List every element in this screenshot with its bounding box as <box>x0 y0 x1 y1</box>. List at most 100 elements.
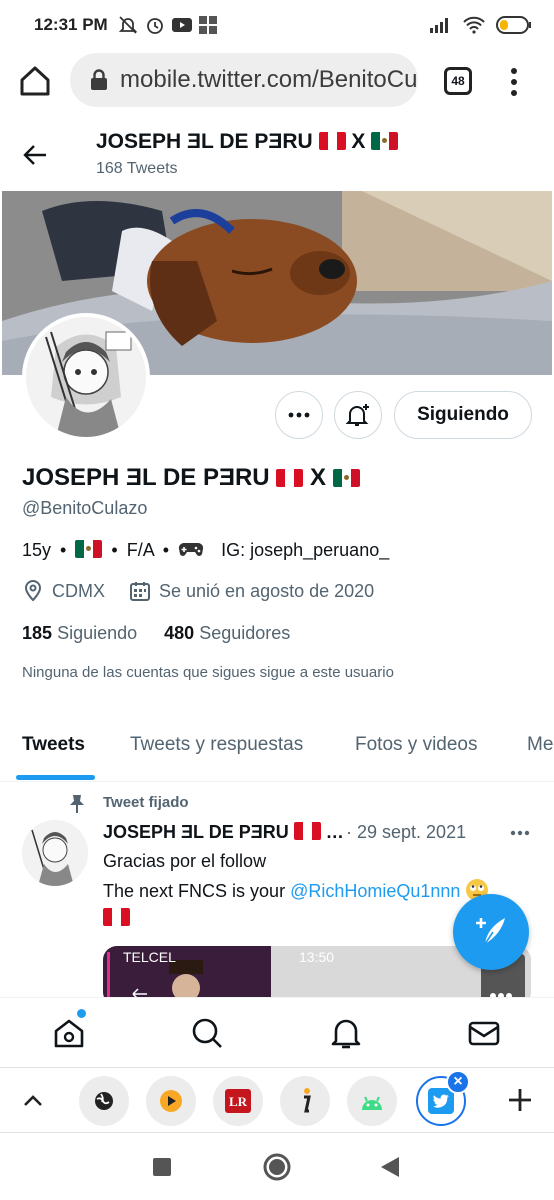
status-time: 12:31 PM <box>34 15 108 34</box>
bio-dot: • <box>162 540 170 560</box>
header-name-sep: X <box>351 130 366 153</box>
tweet-text-line1: Gracias por el follow <box>103 851 267 871</box>
tab-tweets-replies[interactable]: Tweets y respuestas <box>130 734 303 756</box>
tab-thumb-lr[interactable]: LR <box>213 1076 263 1126</box>
tab-likes[interactable]: Me Gusta <box>527 734 554 756</box>
compose-tweet-button[interactable] <box>453 894 529 970</box>
messages-envelope-icon[interactable] <box>467 1016 501 1050</box>
more-horiz-icon <box>288 412 310 418</box>
tweet-more-icon[interactable] <box>510 830 530 836</box>
tweet-author: JOSEPH ƎL DE PƎRU … <box>103 822 344 843</box>
wifi-icon <box>463 16 485 34</box>
tweet-text-prefix: The next FNCS is your <box>103 881 286 901</box>
header-title: JOSEPH ƎL DE PƎRU X <box>96 130 399 154</box>
tweet-avatar[interactable] <box>22 820 88 886</box>
avatar-manga-image <box>22 820 88 886</box>
profile-avatar[interactable] <box>22 313 150 441</box>
tab-thumb-globe[interactable] <box>79 1076 129 1126</box>
url-text: mobile.twitter.com/BenitoCulazo <box>120 66 418 93</box>
profile-joined: Se unió en agosto de 2020 <box>159 580 375 601</box>
profile-meta: CDMX Se unió en agosto de 2020 <box>22 580 374 602</box>
bio-dot: • <box>60 540 67 560</box>
youtube-icon <box>171 18 192 32</box>
windows-icon <box>198 16 217 34</box>
back-triangle-icon[interactable] <box>380 1156 400 1178</box>
home-icon[interactable] <box>18 64 52 98</box>
profile-top-bar: JOSEPH ƎL DE PƎRU X 168 Tweets <box>0 118 554 192</box>
following-label: Siguiendo <box>57 623 138 643</box>
notifications-bell-icon[interactable] <box>329 1016 363 1050</box>
following-link[interactable]: 185 Siguiendo <box>22 623 137 643</box>
calendar-icon <box>130 582 150 601</box>
globe-icon <box>95 1092 113 1110</box>
mexico-flag-icon <box>332 469 360 487</box>
tab-thumb-info[interactable] <box>280 1076 330 1126</box>
notifications-button[interactable] <box>334 391 382 439</box>
new-tab-plus-icon[interactable] <box>506 1086 534 1114</box>
lr-logo-icon: LR <box>225 1089 251 1113</box>
more-options-button[interactable] <box>275 391 323 439</box>
peru-flag-icon <box>276 469 304 487</box>
tweet-author-ellipsis: … <box>325 822 344 842</box>
peru-flag-icon <box>293 822 321 840</box>
peru-flag-icon <box>103 908 130 926</box>
svg-text:LR: LR <box>229 1094 248 1109</box>
pinned-tweet[interactable]: Tweet fijado JOSEPH ƎL DE PƎRU … · 29 se… <box>0 790 554 998</box>
bio-ig: IG: joseph_peruano_ <box>221 540 390 560</box>
url-bar[interactable]: mobile.twitter.com/BenitoCulazo <box>70 53 418 107</box>
followers-link[interactable]: 480 Seguidores <box>164 623 290 643</box>
tab-media[interactable]: Fotos y videos <box>355 734 478 756</box>
pinned-label: Tweet fijado <box>103 794 189 811</box>
home-notification-dot <box>77 1009 86 1018</box>
play-icon <box>160 1090 182 1112</box>
bio-dot: • <box>111 540 118 560</box>
chevron-up-icon[interactable] <box>22 1090 44 1112</box>
recents-square-icon[interactable] <box>153 1158 171 1176</box>
following-button[interactable]: Siguiendo <box>394 391 532 439</box>
mexico-flag-icon <box>75 540 103 558</box>
media-time-text: 13:50 <box>299 949 335 965</box>
header-name: JOSEPH ƎL DE PƎRU <box>96 130 313 153</box>
followers-label: Seguidores <box>199 623 291 643</box>
back-arrow-icon[interactable] <box>22 142 48 168</box>
system-navigation-bar <box>0 1134 554 1200</box>
profile-name-sep: X <box>309 464 326 491</box>
tab-thumb-play[interactable] <box>146 1076 196 1126</box>
info-i-icon <box>304 1088 311 1113</box>
media-carrier-text: TELCEL <box>123 949 176 965</box>
tweet-text-line2: The next FNCS is your @RichHomieQu1nnn <box>103 878 489 902</box>
more-vert-icon[interactable] <box>506 67 522 97</box>
bell-plus-icon <box>345 404 369 426</box>
profile-bio: 15y • • F/A • IG: joseph_peruano_ <box>22 540 389 561</box>
mexico-flag-icon <box>371 132 399 150</box>
profile-tabs: Tweets Tweets y respuestas Fotos y video… <box>0 722 554 782</box>
twitter-bottom-nav <box>0 997 554 1067</box>
home-nav-icon[interactable] <box>52 1016 86 1050</box>
tweet-date[interactable]: · 29 sept. 2021 <box>346 822 466 843</box>
tab-switcher-button[interactable]: 48 <box>444 67 472 95</box>
profile-location: CDMX <box>52 580 105 601</box>
profile-name-text: JOSEPH ƎL DE PƎRU <box>22 464 270 491</box>
bio-age: 15y <box>22 540 52 560</box>
profile-stats: 185 Siguiendo 480 Seguidores <box>22 623 290 644</box>
profile-name: JOSEPH ƎL DE PƎRU X <box>22 464 360 492</box>
close-tab-icon[interactable]: × <box>446 1070 470 1094</box>
pin-icon <box>70 795 84 813</box>
tweet-mention-link[interactable]: @RichHomieQu1nnn <box>290 881 460 901</box>
avatar-manga-image <box>26 317 146 437</box>
gamepad-icon <box>178 542 204 556</box>
tab-thumb-android[interactable] <box>347 1076 397 1126</box>
status-bar: 12:31 PM <box>0 0 554 50</box>
twitter-logo-icon <box>428 1088 454 1114</box>
signal-icon <box>430 18 448 33</box>
battery-icon <box>496 16 531 34</box>
peru-flag-icon <box>318 132 346 150</box>
browser-tab-strip: LR × <box>0 1067 554 1133</box>
android-icon <box>362 1096 382 1110</box>
home-circle-icon[interactable] <box>263 1153 291 1181</box>
followers-count: 480 <box>164 623 195 643</box>
tab-tweets[interactable]: Tweets <box>22 734 85 756</box>
tweet-author-name: JOSEPH ƎL DE PƎRU <box>103 822 289 842</box>
lock-icon <box>91 69 107 90</box>
search-icon[interactable] <box>190 1016 224 1050</box>
